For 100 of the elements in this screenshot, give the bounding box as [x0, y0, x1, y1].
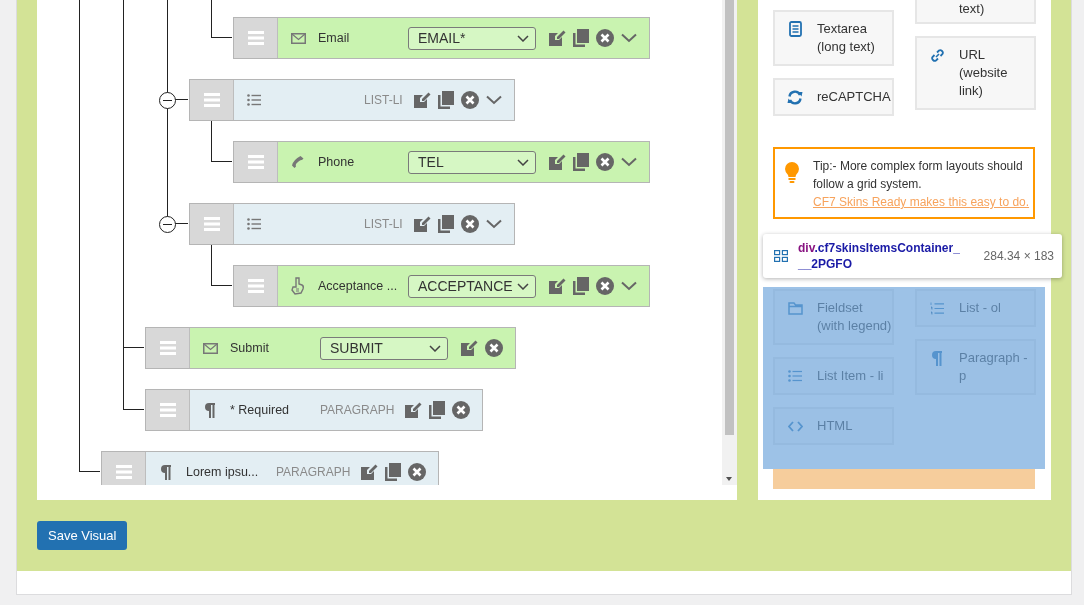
chevron-icon: [517, 34, 529, 42]
drag-handle[interactable]: [234, 266, 278, 306]
tree-connector: [211, 121, 232, 162]
pilcrow-icon: [931, 350, 943, 366]
widget-button[interactable]: Textarea (long text): [773, 10, 894, 66]
hamburger-icon: [247, 279, 264, 293]
copy-icon[interactable]: [437, 91, 454, 109]
hamburger-icon: [247, 155, 264, 169]
hamburger-icon: [159, 341, 176, 355]
delete-icon[interactable]: [596, 277, 614, 295]
widget-label: List - ol: [959, 299, 1002, 317]
scrollbar[interactable]: [722, 0, 737, 485]
widget-label: Fieldset (with legend): [817, 299, 892, 335]
field-label: Acceptance ...: [318, 279, 399, 293]
chevron-icon[interactable]: [621, 33, 637, 43]
code-icon: [787, 420, 803, 432]
envelope-icon: [202, 342, 218, 354]
document-icon: [788, 21, 802, 37]
copy-icon[interactable]: [573, 277, 589, 295]
copy-icon[interactable]: [573, 29, 589, 47]
chevron-icon: [429, 344, 441, 352]
folder-icon: [787, 301, 803, 315]
drag-handle[interactable]: [190, 204, 234, 244]
copy-icon[interactable]: [429, 401, 446, 419]
chevron-icon[interactable]: [485, 95, 502, 105]
widget-button[interactable]: reCAPTCHA: [773, 78, 894, 116]
tree-connector: [123, 307, 144, 348]
tree-connector: [211, 0, 232, 38]
element-type: LIST-LI: [364, 217, 403, 231]
widget-label: URL (website link): [959, 46, 1009, 100]
drag-handle[interactable]: [146, 390, 190, 430]
tree-line: [123, 348, 124, 369]
envelope-icon: [290, 32, 306, 44]
edit-icon[interactable]: [412, 215, 431, 233]
pilcrow-icon: [160, 464, 172, 480]
hamburger-icon: [247, 31, 264, 45]
hamburger-icon: [203, 217, 220, 231]
widget-button[interactable]: text): [915, 0, 1036, 24]
collapse-toggle[interactable]: [159, 92, 176, 109]
edit-icon[interactable]: [548, 29, 566, 47]
list-icon: [247, 94, 261, 106]
edit-icon[interactable]: [412, 91, 431, 109]
hamburger-icon: [159, 403, 176, 417]
drag-handle[interactable]: [190, 80, 234, 120]
copy-icon[interactable]: [437, 215, 454, 233]
element-size: 284.34 × 183: [983, 249, 1054, 263]
hamburger-icon: [115, 465, 132, 479]
delete-icon[interactable]: [485, 339, 503, 357]
widget-button[interactable]: URL (website link): [915, 36, 1036, 110]
edit-icon[interactable]: [460, 339, 478, 357]
chevron-icon[interactable]: [621, 281, 637, 291]
element-selector: div.cf7skinsItemsContainer___2PGFO: [798, 240, 961, 272]
edit-icon[interactable]: [548, 277, 566, 295]
type-select[interactable]: EMAIL*: [408, 26, 536, 50]
delete-icon[interactable]: [596, 153, 614, 171]
field-label: * Required: [230, 403, 291, 417]
widget-label: Paragraph - p: [959, 349, 1029, 385]
chevron-icon[interactable]: [621, 157, 637, 167]
type-select[interactable]: ACCEPTANCE: [408, 274, 536, 298]
edit-icon[interactable]: [360, 463, 379, 481]
save-button[interactable]: Save Visual: [37, 521, 128, 550]
pilcrow-icon: [204, 402, 216, 418]
edit-icon[interactable]: [404, 401, 423, 419]
element-type: LIST-LI: [364, 93, 403, 107]
widget-label: HTML: [817, 417, 854, 435]
tree-connector: [79, 431, 100, 472]
type-select[interactable]: SUBMIT: [320, 336, 448, 360]
drag-handle[interactable]: [234, 18, 278, 58]
chevron-icon[interactable]: [485, 219, 502, 229]
tree-line: [167, 0, 168, 59]
phone-icon: [291, 155, 305, 169]
delete-icon[interactable]: [460, 215, 479, 233]
tip-text: Tip:- More complex form layouts should follow a grid system.: [813, 159, 1023, 191]
drag-handle[interactable]: [146, 328, 190, 368]
field-label: Lorem ipsu...: [186, 465, 260, 479]
type-select[interactable]: TEL: [408, 150, 536, 174]
hand-icon: [291, 277, 305, 295]
copy-icon[interactable]: [385, 463, 402, 481]
element-type: PARAGRAPH: [320, 403, 395, 417]
delete-icon[interactable]: [452, 401, 471, 419]
list-icon: [247, 218, 261, 230]
grid-icon: [774, 250, 788, 262]
widget-label: Textarea (long text): [817, 20, 876, 56]
tree-connector: [211, 245, 232, 286]
edit-icon[interactable]: [548, 153, 566, 171]
field-label: Phone: [318, 155, 356, 169]
drag-handle[interactable]: [234, 142, 278, 182]
widget-label: reCAPTCHA: [817, 88, 892, 106]
field-label: Email: [318, 31, 351, 45]
drag-handle[interactable]: [102, 452, 146, 485]
delete-icon[interactable]: [460, 91, 479, 109]
collapse-toggle[interactable]: [159, 216, 176, 233]
link-icon: [930, 48, 944, 62]
hamburger-icon: [203, 93, 220, 107]
delete-icon[interactable]: [596, 29, 614, 47]
delete-icon[interactable]: [408, 463, 427, 481]
copy-icon[interactable]: [573, 153, 589, 171]
refresh-icon: [787, 89, 803, 105]
scroll-down-icon[interactable]: [726, 477, 732, 481]
element-type: PARAGRAPH: [276, 465, 351, 479]
